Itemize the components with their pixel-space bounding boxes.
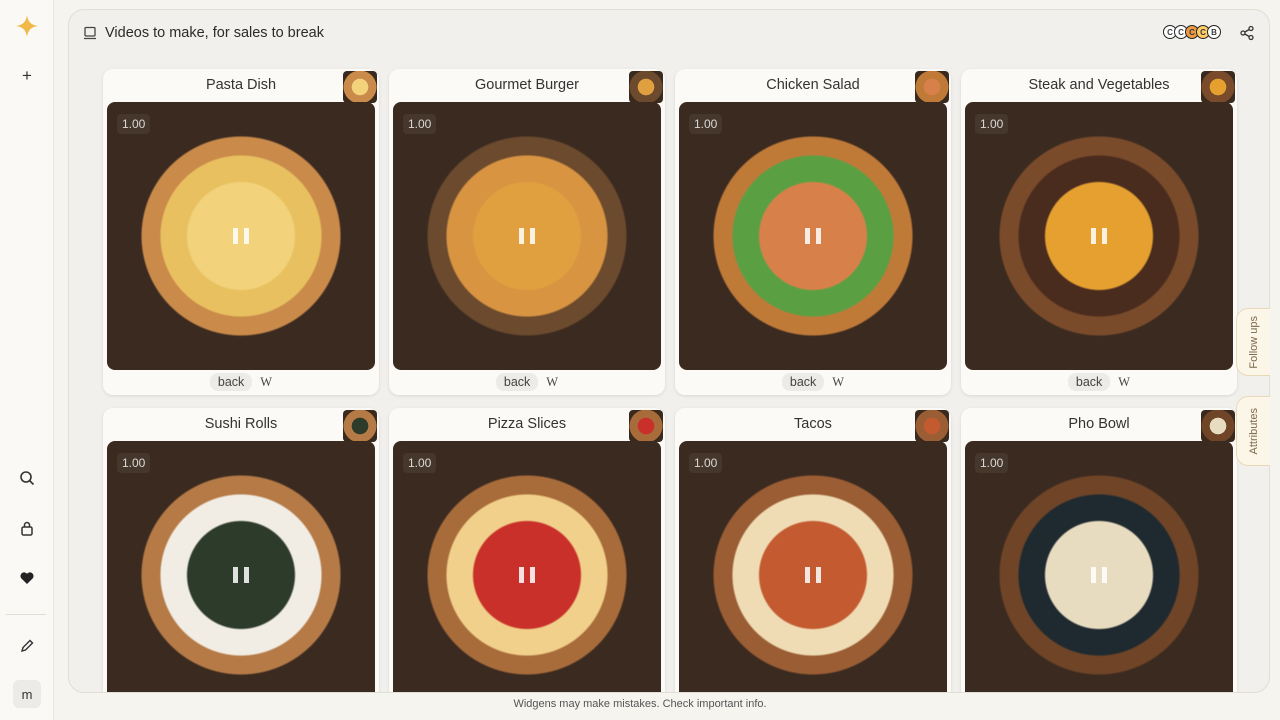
video-card[interactable]: Steak and Vegetables 1.00 back W bbox=[961, 69, 1237, 395]
lock-icon[interactable] bbox=[13, 514, 41, 542]
video-preview[interactable]: 1.00 bbox=[679, 102, 947, 370]
wikipedia-icon[interactable]: W bbox=[546, 375, 558, 390]
collaborator-avatars[interactable]: C C C C B bbox=[1163, 25, 1221, 39]
follow-ups-label: Follow ups bbox=[1247, 315, 1260, 369]
follow-ups-tab[interactable]: Follow ups bbox=[1236, 308, 1270, 376]
page-title: Videos to make, for sales to break bbox=[105, 25, 324, 41]
back-button[interactable]: back bbox=[495, 373, 539, 391]
pencil-icon[interactable] bbox=[13, 632, 41, 660]
top-bar: Videos to make, for sales to break C C C… bbox=[69, 10, 1269, 58]
video-card[interactable]: Tacos 1.00 bbox=[675, 408, 951, 692]
pause-icon[interactable] bbox=[1091, 567, 1107, 583]
video-card[interactable]: Pizza Slices 1.00 bbox=[389, 408, 665, 692]
pause-icon[interactable] bbox=[519, 228, 535, 244]
pause-icon[interactable] bbox=[805, 228, 821, 244]
card-title: Chicken Salad bbox=[766, 77, 860, 93]
disclaimer-footer: Widgens may make mistakes. Check importa… bbox=[513, 698, 767, 710]
card-thumbnail[interactable] bbox=[1201, 410, 1235, 442]
heart-icon[interactable] bbox=[13, 564, 41, 592]
card-controls: back W bbox=[103, 373, 379, 391]
card-controls: back W bbox=[675, 373, 951, 391]
document-icon bbox=[84, 26, 96, 40]
card-thumbnail[interactable] bbox=[629, 410, 663, 442]
wikipedia-icon[interactable]: W bbox=[832, 375, 844, 390]
card-controls: back W bbox=[389, 373, 665, 391]
wikipedia-icon[interactable]: W bbox=[260, 375, 272, 390]
video-preview[interactable]: 1.00 bbox=[393, 441, 661, 692]
pause-icon[interactable] bbox=[1091, 228, 1107, 244]
card-thumbnail[interactable] bbox=[915, 71, 949, 103]
score-badge: 1.00 bbox=[975, 114, 1009, 134]
score-badge: 1.00 bbox=[117, 453, 151, 473]
search-icon[interactable] bbox=[13, 464, 41, 492]
video-preview[interactable]: 1.00 bbox=[393, 102, 661, 370]
score-badge: 1.00 bbox=[403, 453, 437, 473]
main-panel: Videos to make, for sales to break C C C… bbox=[68, 9, 1270, 693]
video-card[interactable]: Pho Bowl 1.00 bbox=[961, 408, 1237, 692]
video-card[interactable]: Gourmet Burger 1.00 back W bbox=[389, 69, 665, 395]
card-title: Steak and Vegetables bbox=[1028, 77, 1170, 93]
attributes-label: Attributes bbox=[1247, 407, 1260, 455]
video-card[interactable]: Chicken Salad 1.00 back W bbox=[675, 69, 951, 395]
back-button[interactable]: back bbox=[1067, 373, 1111, 391]
sparkle-logo-icon[interactable] bbox=[13, 12, 41, 40]
card-controls: back W bbox=[961, 373, 1237, 391]
card-thumbnail[interactable] bbox=[629, 71, 663, 103]
pause-icon[interactable] bbox=[233, 567, 249, 583]
video-preview[interactable]: 1.00 bbox=[965, 441, 1233, 692]
wikipedia-icon[interactable]: W bbox=[1118, 375, 1130, 390]
back-button[interactable]: back bbox=[781, 373, 825, 391]
card-title: Gourmet Burger bbox=[475, 77, 579, 93]
rail-divider bbox=[6, 614, 46, 615]
card-thumbnail[interactable] bbox=[343, 410, 377, 442]
card-thumbnail[interactable] bbox=[915, 410, 949, 442]
video-preview[interactable]: 1.00 bbox=[679, 441, 947, 692]
score-badge: 1.00 bbox=[689, 453, 723, 473]
score-badge: 1.00 bbox=[689, 114, 723, 134]
pause-icon[interactable] bbox=[805, 567, 821, 583]
left-rail: + m bbox=[0, 0, 54, 720]
card-title: Pizza Slices bbox=[487, 416, 567, 432]
collaborator-avatar: B bbox=[1207, 25, 1221, 39]
card-title: Pho Bowl bbox=[1068, 416, 1130, 432]
back-button[interactable]: back bbox=[209, 373, 253, 391]
card-title: Tacos bbox=[794, 416, 832, 432]
video-preview[interactable]: 1.00 bbox=[107, 441, 375, 692]
attributes-tab[interactable]: Attributes bbox=[1236, 396, 1270, 466]
card-thumbnail[interactable] bbox=[343, 71, 377, 103]
share-icon[interactable] bbox=[1239, 25, 1255, 41]
pause-icon[interactable] bbox=[519, 567, 535, 583]
new-plus-button[interactable]: + bbox=[13, 62, 41, 90]
card-title: Pasta Dish bbox=[205, 77, 277, 93]
score-badge: 1.00 bbox=[117, 114, 151, 134]
score-badge: 1.00 bbox=[975, 453, 1009, 473]
video-card[interactable]: Sushi Rolls 1.00 bbox=[103, 408, 379, 692]
score-badge: 1.00 bbox=[403, 114, 437, 134]
video-preview[interactable]: 1.00 bbox=[965, 102, 1233, 370]
video-card[interactable]: Pasta Dish 1.00 back W bbox=[103, 69, 379, 395]
video-preview[interactable]: 1.00 bbox=[107, 102, 375, 370]
card-title: Sushi Rolls bbox=[204, 416, 278, 432]
pause-icon[interactable] bbox=[233, 228, 249, 244]
card-thumbnail[interactable] bbox=[1201, 71, 1235, 103]
